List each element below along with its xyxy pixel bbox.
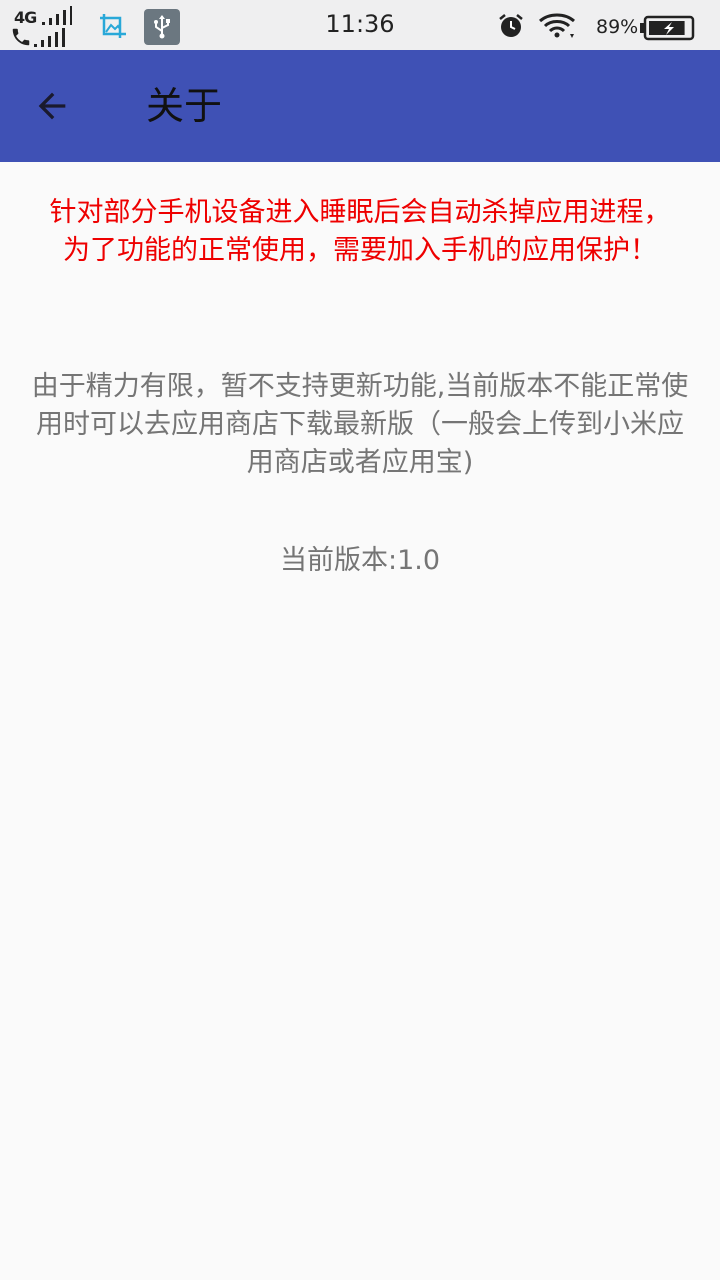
- back-button[interactable]: [22, 76, 82, 136]
- version-label: 当前版本:1.0: [279, 545, 441, 576]
- update-info-text: 由于精力有限，暂不支持更新功能,当前版本不能正常使用时可以去应用商店下载最新版（…: [31, 371, 689, 478]
- battery-charging-icon: [640, 15, 695, 41]
- app-bar: 关于: [0, 50, 720, 162]
- status-right-group: 89%: [498, 4, 708, 48]
- status-bar: 4G 11:36 89%: [0, 0, 720, 50]
- app-protection-warning: 针对部分手机设备进入睡眠后会自动杀掉应用进程，为了功能的正常使用，需要加入手机的…: [49, 197, 671, 266]
- about-screen: 4G 11:36 89% 关于 针对部分手机设备进入睡眠后会自动杀掉应用进程，为…: [0, 0, 720, 1280]
- arrow-left-icon: [38, 92, 66, 120]
- page-title: 关于: [146, 84, 223, 128]
- battery-percent: 89%: [596, 16, 639, 38]
- alarm-icon: [499, 14, 523, 37]
- wifi-icon: [539, 13, 575, 38]
